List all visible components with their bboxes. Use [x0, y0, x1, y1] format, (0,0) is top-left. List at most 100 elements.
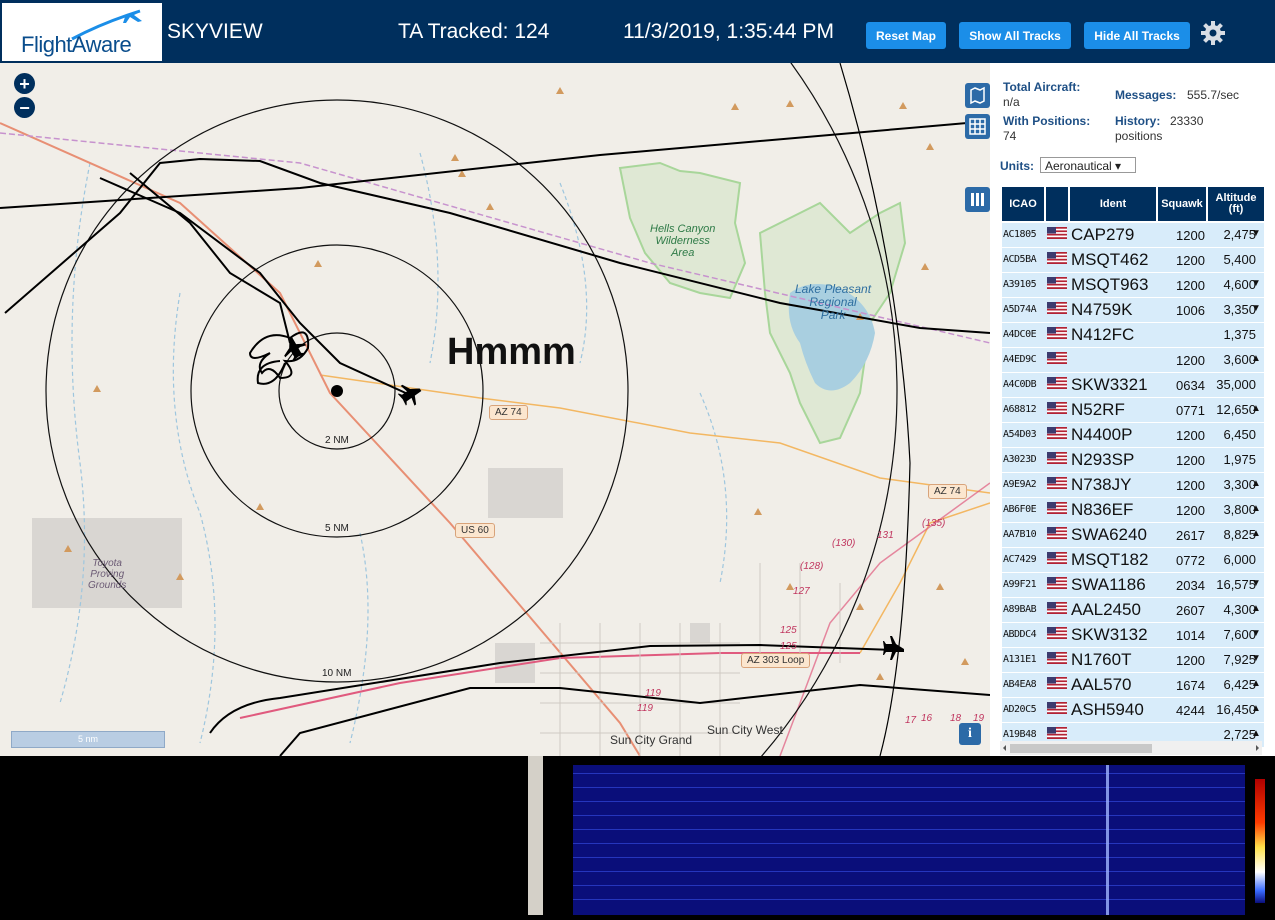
cell-ident: SWA6240 — [1071, 525, 1147, 544]
table-row[interactable]: ABDDC4 SKW3132 1014 7,600 ▼ — [1002, 623, 1264, 648]
table-row[interactable]: AA7B10 SWA6240 2617 8,825 ▲ — [1002, 523, 1264, 548]
table-row[interactable]: A4C0DB SKW3321 0634 35,000 — [1002, 373, 1264, 398]
us-flag-icon — [1047, 602, 1067, 614]
cell-icao: A4DC0E — [1003, 329, 1037, 340]
cell-squawk: 1200 — [1176, 653, 1205, 668]
flightaware-logo[interactable]: FlightAware — [2, 3, 162, 61]
cell-ident: ASH5940 — [1071, 700, 1144, 719]
gear-icon[interactable] — [1199, 19, 1227, 47]
cell-squawk: 1200 — [1176, 228, 1205, 243]
total-aircraft-label: Total Aircraft: — [1003, 80, 1081, 94]
cell-squawk: 1006 — [1176, 303, 1205, 318]
us-flag-icon — [1047, 227, 1067, 239]
cell-icao: A54D03 — [1003, 429, 1037, 440]
cell-icao: A9E9A2 — [1003, 479, 1037, 490]
route-number: (128) — [800, 561, 824, 572]
cell-altitude: 7,925 — [1223, 652, 1256, 667]
info-button[interactable]: i — [959, 723, 981, 745]
zoom-in-button[interactable]: + — [14, 73, 35, 94]
hide-all-tracks-button[interactable]: Hide All Tracks — [1084, 22, 1190, 49]
grid-icon[interactable] — [965, 114, 990, 139]
table-row[interactable]: AC7429 MSQT182 0772 6,000 — [1002, 548, 1264, 573]
aircraft-sidebar: Total Aircraft: n/a Messages: 555.7/sec … — [990, 63, 1275, 756]
cell-altitude: 1,375 — [1223, 327, 1256, 342]
scale-bar: 5 nm — [11, 731, 165, 748]
messages-label: Messages: — [1115, 88, 1177, 102]
altitude-trend-icon: ▼ — [1251, 578, 1261, 589]
table-row[interactable]: AC1805 CAP279 1200 2,475 ▼ — [1002, 223, 1264, 248]
altitude-trend-icon: ▲ — [1251, 678, 1261, 689]
map-layers-icon[interactable] — [965, 83, 990, 108]
cell-icao: A131E1 — [1003, 654, 1037, 665]
cell-altitude: 8,825 — [1223, 527, 1256, 542]
cell-altitude: 2,725 — [1223, 727, 1256, 742]
table-row[interactable]: AD20C5 ASH5940 4244 16,450 ▲ — [1002, 698, 1264, 723]
clock: 11/3/2019, 1:35:44 PM — [623, 20, 834, 43]
us-flag-icon — [1047, 727, 1067, 739]
table-row[interactable]: A4ED9C 1200 3,600 ▲ — [1002, 348, 1264, 373]
total-aircraft-value: n/a — [1003, 95, 1020, 109]
column-header-squawk[interactable]: Squawk — [1158, 187, 1206, 221]
table-row[interactable]: A3023D N293SP 1200 1,975 — [1002, 448, 1264, 473]
table-row[interactable]: A4DC0E N412FC 1,375 — [1002, 323, 1264, 348]
horizontal-scrollbar[interactable] — [1000, 741, 1262, 755]
cell-squawk: 0772 — [1176, 553, 1205, 568]
messages-value: 555.7/sec — [1187, 88, 1240, 102]
app-name: SKYVIEW — [167, 20, 263, 43]
table-row[interactable]: AB6F0E N836EF 1200 3,800 ▲ — [1002, 498, 1264, 523]
column-header-ident[interactable]: Ident — [1070, 187, 1156, 221]
table-row[interactable]: A99F21 SWA1186 2034 16,575 ▼ — [1002, 573, 1264, 598]
cell-icao: AB4EA8 — [1003, 679, 1037, 690]
history-value: 23330 — [1170, 114, 1204, 128]
table-row[interactable]: A68812 N52RF 0771 12,650 ▲ — [1002, 398, 1264, 423]
map-view[interactable]: + − Hmmm 2 NM 5 NM 10 NM AZ 74 AZ 74 US … — [0, 63, 990, 756]
table-row[interactable]: ACD5BA MSQT462 1200 5,400 — [1002, 248, 1264, 273]
table-row[interactable]: A131E1 N1760T 1200 7,925 ▼ — [1002, 648, 1264, 673]
table-row[interactable]: A39105 MSQT963 1200 4,600 ▼ — [1002, 273, 1264, 298]
columns-icon[interactable] — [965, 187, 990, 212]
cell-icao: A3023D — [1003, 454, 1037, 465]
cell-altitude: 35,000 — [1216, 377, 1256, 392]
cell-squawk: 1200 — [1176, 453, 1205, 468]
reset-map-button[interactable]: Reset Map — [866, 22, 946, 49]
column-header-icao[interactable]: ICAO — [1002, 187, 1044, 221]
cell-ident: SWA1186 — [1071, 575, 1146, 594]
cell-ident: N293SP — [1071, 450, 1135, 469]
cell-icao: AC7429 — [1003, 554, 1037, 565]
zoom-out-button[interactable]: − — [14, 97, 35, 118]
table-row[interactable]: A54D03 N4400P 1200 6,450 — [1002, 423, 1264, 448]
table-row[interactable]: AB4EA8 AAL570 1674 6,425 ▲ — [1002, 673, 1264, 698]
with-positions-label: With Positions: — [1003, 114, 1091, 128]
cell-squawk: 2617 — [1176, 528, 1205, 543]
cell-altitude: 1,975 — [1223, 452, 1256, 467]
show-all-tracks-button[interactable]: Show All Tracks — [959, 22, 1071, 49]
altitude-trend-icon: ▲ — [1251, 728, 1261, 739]
proving-grounds-label: Toyota Proving Grounds — [88, 558, 127, 591]
cell-squawk: 2607 — [1176, 603, 1205, 618]
cell-altitude: 3,800 — [1223, 502, 1256, 517]
cell-altitude: 4,600 — [1223, 277, 1256, 292]
route-number: 119 — [645, 688, 661, 699]
column-header-flag[interactable] — [1046, 187, 1068, 221]
cell-altitude: 3,600 — [1223, 352, 1256, 367]
us-flag-icon — [1047, 702, 1067, 714]
history-unit: positions — [1115, 129, 1163, 143]
table-row[interactable]: A89BAB AAL2450 2607 4,300 ▲ — [1002, 598, 1264, 623]
cell-icao: AD20C5 — [1003, 704, 1037, 715]
park-label: Lake Pleasant Regional Park — [795, 282, 872, 322]
us-flag-icon — [1047, 477, 1067, 489]
cell-altitude: 16,450 — [1216, 702, 1256, 717]
cell-squawk: 1200 — [1176, 253, 1205, 268]
column-header-altitude[interactable]: Altitude (ft) — [1208, 187, 1264, 221]
table-row[interactable]: A5D74A N4759K 1006 3,350 ▼ — [1002, 298, 1264, 323]
cell-ident: CAP279 — [1071, 225, 1135, 244]
pane-divider[interactable] — [528, 756, 543, 915]
units-select[interactable]: Aeronautical ▾ — [1040, 157, 1136, 173]
altitude-trend-icon: ▲ — [1251, 603, 1261, 614]
us-flag-icon — [1047, 402, 1067, 414]
cell-squawk: 2034 — [1176, 578, 1205, 593]
cell-altitude: 12,650 — [1216, 402, 1256, 417]
cell-squawk: 1200 — [1176, 278, 1205, 293]
table-row[interactable]: A9E9A2 N738JY 1200 3,300 ▲ — [1002, 473, 1264, 498]
us-flag-icon — [1047, 352, 1067, 364]
